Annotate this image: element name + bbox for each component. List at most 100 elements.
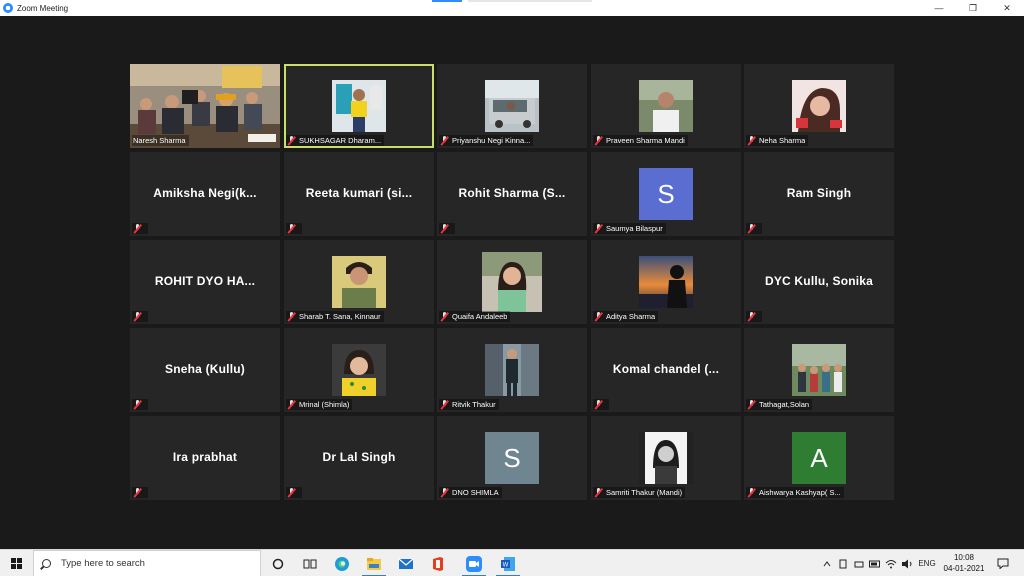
- muted-mic-icon: [440, 312, 449, 321]
- participant-tile[interactable]: S Saumya Bilaspur: [591, 152, 741, 236]
- participant-tile[interactable]: Reeta kumari (si...: [284, 152, 434, 236]
- participant-tile[interactable]: Quaifa Andaleeb: [437, 240, 587, 324]
- participant-video: [639, 256, 693, 308]
- participant-tile[interactable]: Neha Sharma: [744, 64, 894, 148]
- participant-tile[interactable]: S DNO SHIMLA: [437, 416, 587, 500]
- office-button[interactable]: [422, 550, 454, 576]
- participant-tile[interactable]: A Aishwarya Kashyap( S...: [744, 416, 894, 500]
- participant-label: [593, 399, 609, 410]
- participant-tile[interactable]: Samriti Thakur (Mandi): [591, 416, 741, 500]
- participant-name: Ritvik Thakur: [452, 400, 496, 409]
- windows-logo-icon: [10, 558, 22, 569]
- participant-display-name: Reeta kumari (si...: [305, 186, 413, 200]
- cortana-button[interactable]: [262, 550, 294, 576]
- notifications-button[interactable]: [992, 550, 1014, 576]
- titlebar-accent: [432, 0, 462, 2]
- participant-video: [485, 344, 539, 396]
- participant-name: DNO SHIMLA: [452, 488, 499, 497]
- participant-tile[interactable]: DYC Kullu, Sonika: [744, 240, 894, 324]
- search-placeholder: Type here to search: [61, 558, 145, 569]
- participant-label: DNO SHIMLA: [439, 487, 502, 498]
- start-button[interactable]: [0, 550, 32, 576]
- show-hidden-icons-button[interactable]: [820, 550, 834, 576]
- zoom-app-icon: [3, 3, 13, 13]
- participant-tile[interactable]: Komal chandel (...: [591, 328, 741, 412]
- participant-label: Quaifa Andaleeb: [439, 311, 511, 322]
- participant-video: [639, 80, 693, 132]
- taskbar-clock[interactable]: 10:08 04-01-2021: [940, 552, 988, 574]
- participant-tile[interactable]: Tathagat,Solan: [744, 328, 894, 412]
- participant-label: [439, 223, 455, 234]
- participant-tile[interactable]: Naresh Sharma: [130, 64, 280, 148]
- mail-icon: [398, 558, 414, 569]
- participant-avatar-letter: S: [639, 168, 693, 220]
- drive-icon: [854, 561, 864, 567]
- participant-tile[interactable]: Ira prabhat: [130, 416, 280, 500]
- muted-mic-icon: [594, 224, 603, 233]
- task-view-button[interactable]: [294, 550, 326, 576]
- device-icon: [839, 559, 847, 568]
- notification-icon: [997, 558, 1009, 569]
- participant-name: SUKHSAGAR Dharam...: [299, 136, 382, 145]
- tray-device-button[interactable]: [836, 550, 850, 576]
- word-taskbar-button[interactable]: W: [492, 550, 524, 576]
- participant-tile[interactable]: Praveen Sharma Mandi: [591, 64, 741, 148]
- tray-hdd-button[interactable]: [852, 550, 866, 576]
- participant-video: [792, 344, 846, 396]
- participant-tile[interactable]: ROHIT DYO HA...: [130, 240, 280, 324]
- participant-tile[interactable]: Sneha (Kullu): [130, 328, 280, 412]
- minimize-button[interactable]: —: [922, 0, 956, 16]
- participant-name: Saumya Bilaspur: [606, 224, 663, 233]
- participant-label: Tathagat,Solan: [746, 399, 813, 410]
- participant-label: Saumya Bilaspur: [593, 223, 666, 234]
- close-button[interactable]: ✕: [990, 0, 1024, 16]
- clock-time: 10:08: [953, 553, 975, 562]
- participant-tile[interactable]: Amiksha Negi(k...: [130, 152, 280, 236]
- wifi-button[interactable]: [884, 550, 898, 576]
- zoom-taskbar-button[interactable]: [458, 550, 490, 576]
- participant-tile[interactable]: Rohit Sharma (S...: [437, 152, 587, 236]
- participant-video: [792, 80, 846, 132]
- muted-mic-icon: [440, 136, 449, 145]
- participant-tile-active-speaker[interactable]: SUKHSAGAR Dharam...: [284, 64, 434, 148]
- participant-tile[interactable]: Sharab T. Sana, Kinnaur: [284, 240, 434, 324]
- chevron-up-icon: [823, 560, 831, 566]
- mail-button[interactable]: [390, 550, 422, 576]
- volume-icon: [902, 559, 912, 568]
- participant-tile[interactable]: Ram Singh: [744, 152, 894, 236]
- participant-display-name: Dr Lal Singh: [322, 450, 396, 464]
- participant-label: [132, 223, 148, 234]
- participant-name: Neha Sharma: [759, 136, 806, 145]
- muted-mic-icon: [594, 400, 603, 409]
- muted-mic-icon: [133, 224, 142, 233]
- muted-mic-icon: [287, 224, 296, 233]
- participant-name: Praveen Sharma Mandi: [606, 136, 685, 145]
- window-titlebar: Zoom Meeting — ❐ ✕: [0, 0, 1024, 16]
- muted-mic-icon: [594, 312, 603, 321]
- participant-label: [132, 311, 148, 322]
- participant-tile[interactable]: Mrinal (Shimla): [284, 328, 434, 412]
- file-explorer-button[interactable]: [358, 550, 390, 576]
- edge-icon: [335, 556, 349, 571]
- participant-tile[interactable]: Aditya Sharma: [591, 240, 741, 324]
- search-icon: [42, 559, 51, 568]
- muted-mic-icon: [747, 488, 756, 497]
- participant-label: [286, 487, 302, 498]
- language-indicator[interactable]: ENG: [916, 550, 938, 576]
- word-icon: W: [501, 556, 515, 571]
- participant-tile[interactable]: Priyanshu Negi Kinna...: [437, 64, 587, 148]
- muted-mic-icon: [747, 224, 756, 233]
- participant-name: Quaifa Andaleeb: [452, 312, 508, 321]
- participant-tile[interactable]: Dr Lal Singh: [284, 416, 434, 500]
- restore-button[interactable]: ❐: [956, 0, 990, 16]
- muted-mic-icon: [287, 136, 296, 145]
- clock-date: 04-01-2021: [943, 564, 985, 573]
- edge-button[interactable]: [326, 550, 358, 576]
- wifi-icon: [885, 559, 897, 568]
- muted-mic-icon: [440, 488, 449, 497]
- participant-tile[interactable]: Ritvik Thakur: [437, 328, 587, 412]
- volume-button[interactable]: [900, 550, 914, 576]
- taskbar-search-box[interactable]: Type here to search: [33, 550, 261, 576]
- window-title: Zoom Meeting: [17, 3, 69, 13]
- battery-button[interactable]: [868, 550, 882, 576]
